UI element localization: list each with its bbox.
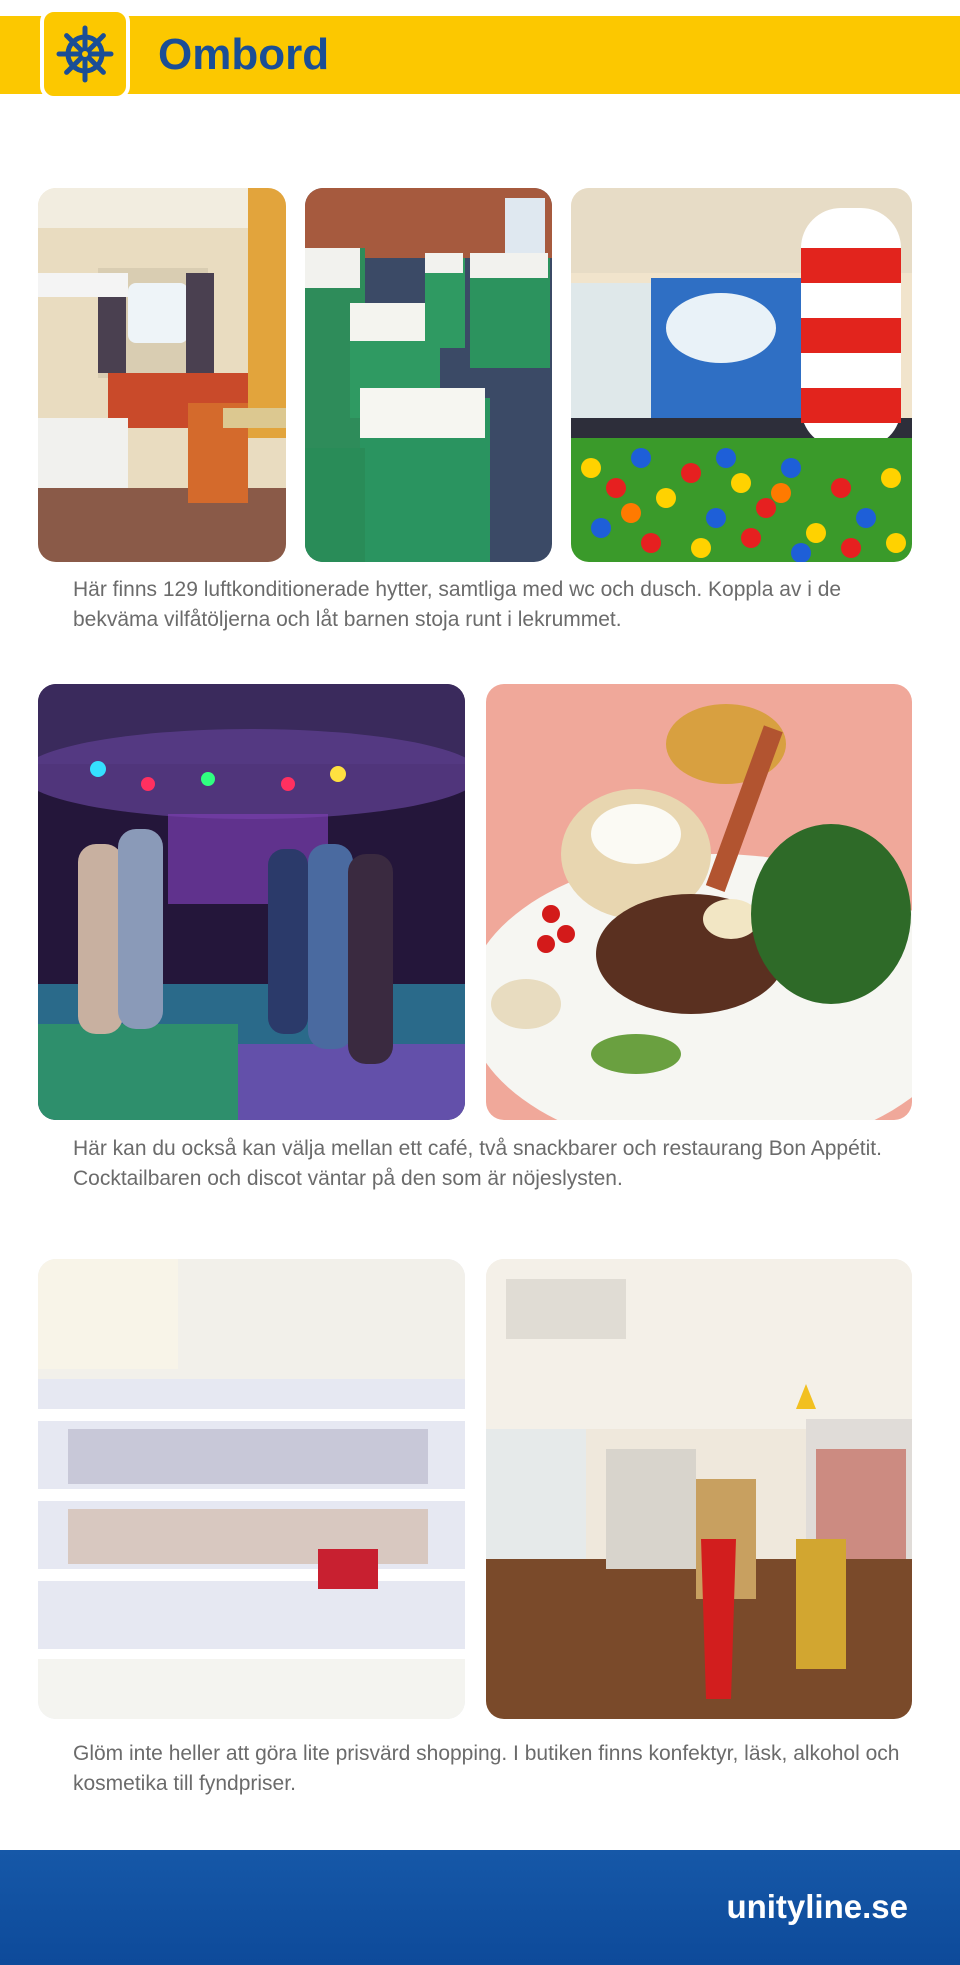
section-3-caption: Glöm inte heller att göra lite prisvärd … [73,1742,900,1795]
section-2-caption: Här kan du också kan välja mellan ett ca… [73,1137,882,1190]
steak-dish-photo [486,684,912,1120]
playroom-photo [571,188,912,562]
website-link[interactable]: unityline.se [726,1888,908,1926]
cosmetics-shelves-photo [38,1259,465,1719]
logo [40,8,130,100]
reclining-seats-photo [305,188,552,562]
shop-interior-photo [486,1259,912,1719]
ship-wheel-icon [56,25,114,83]
footer-bar: unityline.se [0,1850,960,1965]
cabin-photo [38,188,286,562]
page-title: Ombord [158,30,330,79]
header-bar: Ombord [0,16,960,94]
disco-photo [38,684,465,1120]
section-1-caption: Här finns 129 luftkonditionerade hytter,… [73,578,842,631]
